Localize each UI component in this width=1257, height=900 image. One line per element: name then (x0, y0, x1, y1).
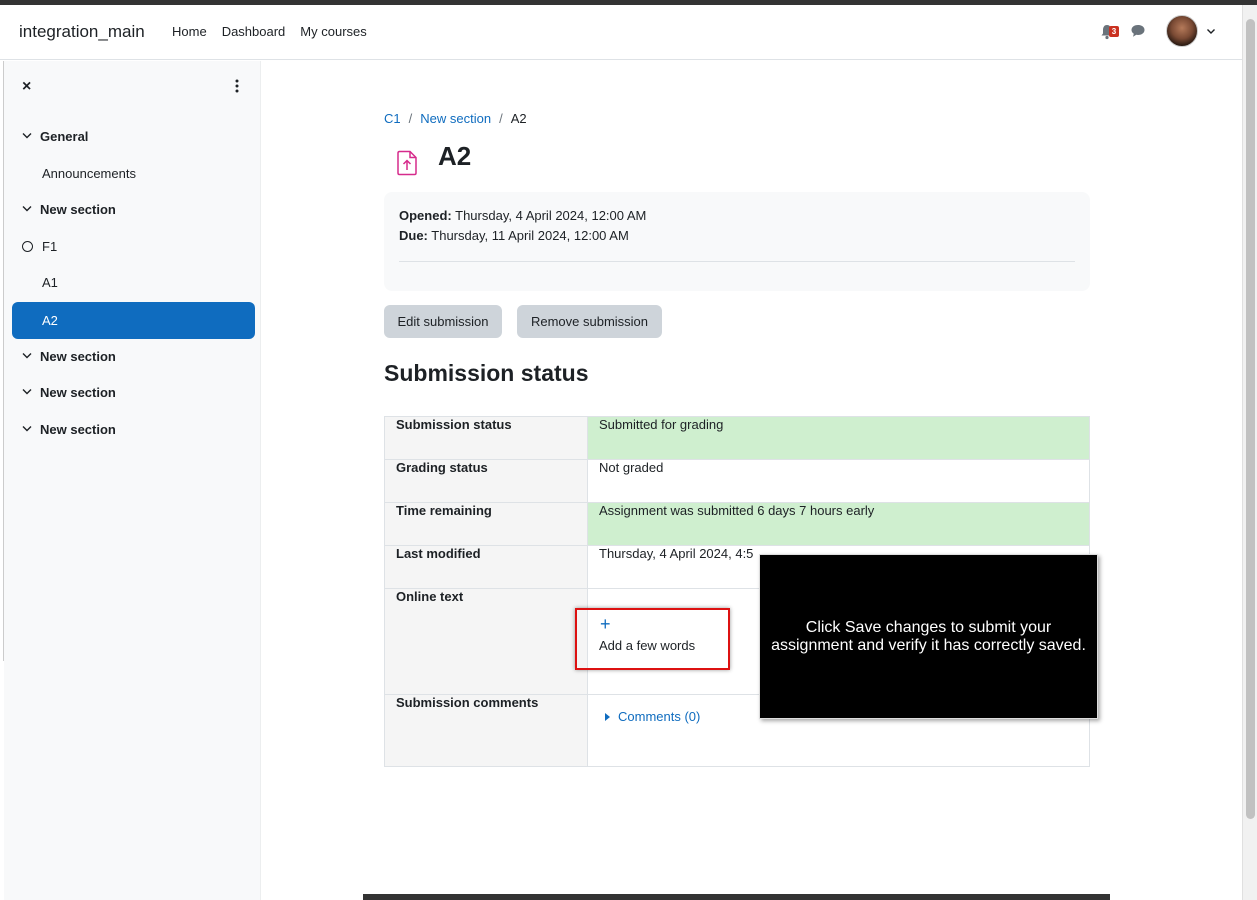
site-brand[interactable]: integration_main (19, 22, 145, 42)
sidebar-item-a2-active[interactable]: A2 (12, 302, 255, 339)
table-row: Grading status Not graded (384, 459, 1090, 503)
scrollbar-thumb[interactable] (1246, 19, 1255, 819)
opened-label: Opened: (399, 208, 452, 223)
comments-link[interactable]: Comments (0) (618, 709, 700, 724)
sidebar-item-label: New section (40, 385, 116, 400)
chevron-down-icon[interactable] (22, 132, 32, 140)
table-row: Submission status Submitted for grading (384, 416, 1090, 460)
chevron-down-icon[interactable] (22, 352, 32, 360)
close-drawer-button[interactable]: × (22, 78, 31, 96)
sidebar-item-announcements[interactable]: Announcements (12, 155, 255, 192)
footer-bar (363, 894, 1110, 900)
row-label: Grading status (384, 459, 588, 503)
table-row: Time remaining Assignment was submitted … (384, 502, 1090, 546)
course-index-drawer: × General Announcements New section F1 A… (4, 61, 261, 900)
row-value: Not graded (587, 459, 1090, 503)
remove-submission-button[interactable]: Remove submission (517, 305, 662, 338)
due-date: Due: Thursday, 11 April 2024, 12:00 AM (399, 228, 629, 243)
notifications-button[interactable]: 3 (1100, 22, 1119, 40)
sidebar-item-label: Announcements (42, 166, 136, 181)
sidebar-section-new-section-1[interactable]: New section (12, 191, 255, 228)
user-avatar[interactable] (1166, 15, 1198, 47)
due-label: Due: (399, 228, 428, 243)
row-label: Submission status (384, 416, 588, 460)
activity-dates: Opened: Thursday, 4 April 2024, 12:00 AM… (384, 192, 1090, 291)
vertical-scrollbar[interactable] (1242, 5, 1257, 900)
page-title: A2 (438, 141, 472, 171)
sidebar-section-new-section-4[interactable]: New section (12, 411, 255, 448)
row-label: Time remaining (384, 502, 588, 546)
sidebar-item-label: New section (40, 349, 116, 364)
sidebar-item-label: General (40, 129, 89, 144)
opened-value: Thursday, 4 April 2024, 12:00 AM (455, 208, 647, 223)
nav-my-courses-link[interactable]: My courses (300, 24, 366, 39)
sidebar-section-new-section-2[interactable]: New section (12, 338, 255, 375)
sidebar-item-label: A2 (42, 313, 58, 328)
top-navbar: integration_main Home Dashboard My cours… (0, 5, 1242, 60)
sidebar-item-a1[interactable]: A1 (12, 264, 255, 301)
tour-highlight-box (575, 608, 730, 670)
due-value: Thursday, 11 April 2024, 12:00 AM (431, 228, 629, 243)
breadcrumb-section-link[interactable]: New section (420, 111, 491, 126)
chat-bubble-icon[interactable] (1130, 23, 1146, 39)
chevron-down-icon[interactable] (22, 425, 32, 433)
primary-navigation: Home Dashboard My courses (172, 24, 367, 39)
chevron-down-icon[interactable] (22, 388, 32, 396)
opened-date: Opened: Thursday, 4 April 2024, 12:00 AM (399, 208, 646, 223)
divider (399, 261, 1075, 262)
tooltip-line: Click Save changes to submit your (805, 618, 1052, 636)
tour-tooltip: Click Save changes to submit your assign… (759, 554, 1098, 719)
caret-right-icon (605, 712, 610, 721)
breadcrumb-separator: / (499, 111, 503, 126)
edit-submission-button[interactable]: Edit submission (384, 305, 502, 338)
sidebar-item-f1[interactable]: F1 (12, 228, 255, 265)
sidebar-section-general[interactable]: General (12, 118, 255, 155)
row-value: Assignment was submitted 6 days 7 hours … (587, 502, 1090, 546)
chevron-down-icon[interactable] (22, 205, 32, 213)
row-label: Submission comments (384, 694, 588, 767)
row-label: Last modified (384, 545, 588, 589)
nav-home-link[interactable]: Home (172, 24, 207, 39)
user-menu-area: 3 (1100, 15, 1216, 47)
breadcrumb-current: A2 (510, 111, 527, 126)
sidebar-item-label: New section (40, 202, 116, 217)
tooltip-line: assignment and verify it has correctly s… (771, 636, 1086, 654)
notification-count-badge: 3 (1109, 26, 1119, 37)
sidebar-section-new-section-3[interactable]: New section (12, 374, 255, 411)
row-value: Submitted for grading (587, 416, 1090, 460)
breadcrumb-course-link[interactable]: C1 (384, 111, 401, 126)
breadcrumb-separator: / (408, 111, 413, 126)
sidebar-item-label: New section (40, 422, 116, 437)
sidebar-item-label: A1 (42, 275, 58, 290)
kebab-menu-icon[interactable] (234, 79, 240, 93)
assignment-upload-icon (397, 150, 417, 176)
nav-dashboard-link[interactable]: Dashboard (222, 24, 286, 39)
chevron-down-icon[interactable] (1206, 26, 1216, 36)
sidebar-item-label: F1 (42, 239, 58, 254)
submission-status-heading: Submission status (384, 360, 589, 386)
row-label: Online text (384, 588, 588, 695)
completion-circle-icon (22, 241, 33, 252)
breadcrumb: C1 / New section / A2 (384, 111, 527, 126)
